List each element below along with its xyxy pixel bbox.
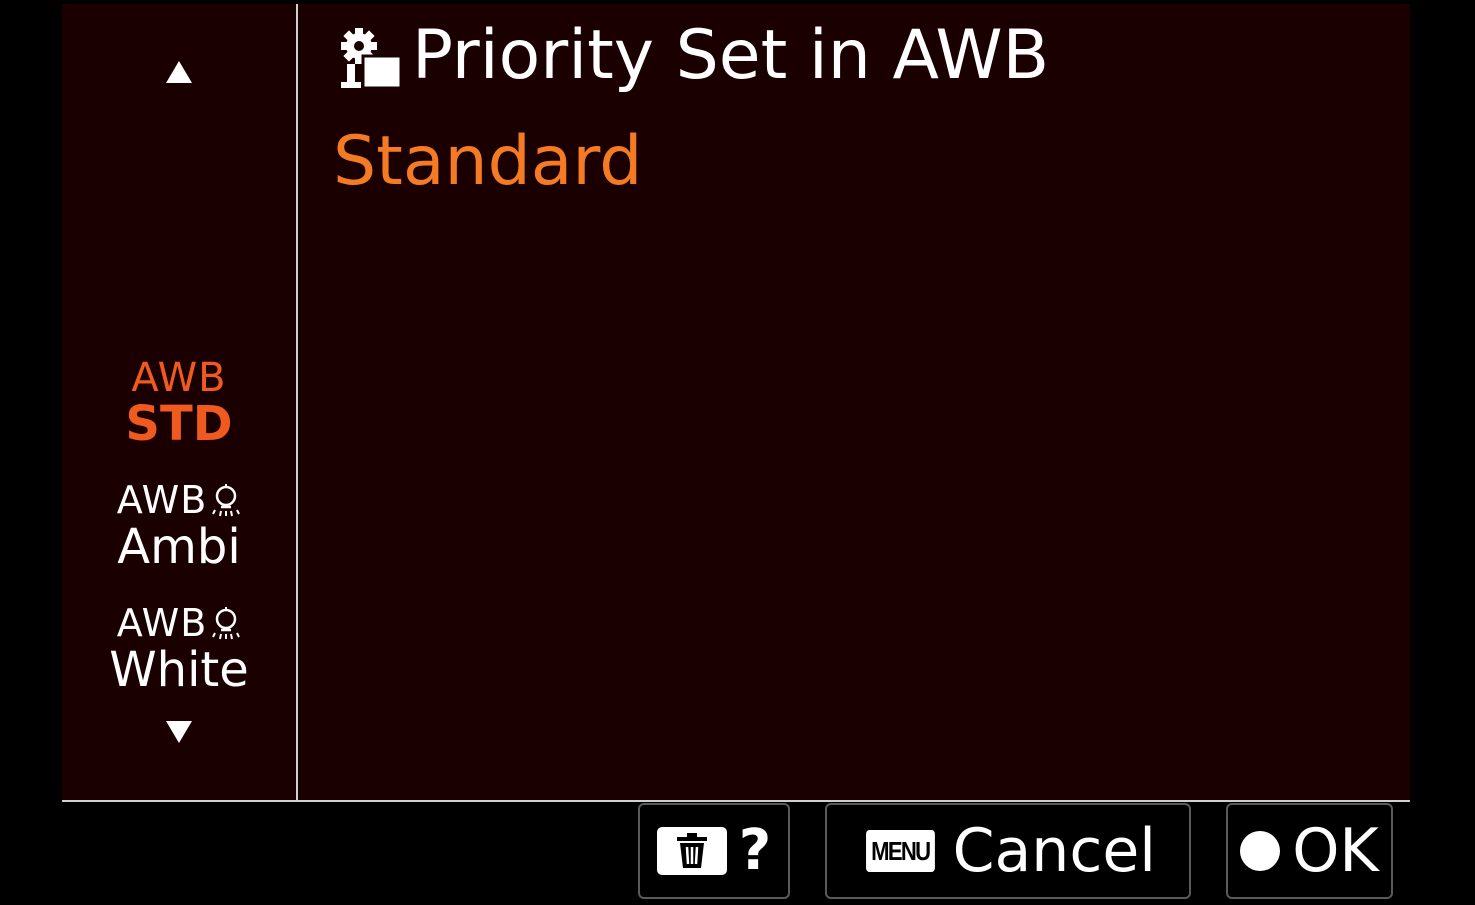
option-awb-ambient[interactable]: AWB Ambi <box>109 481 249 571</box>
scroll-up-arrow-icon[interactable] <box>166 61 192 83</box>
camera-settings-icon <box>341 28 403 90</box>
option-ambi-label: Ambi <box>117 519 241 575</box>
bulb-icon <box>212 484 241 517</box>
page-title: Priority Set in AWB <box>412 16 1050 95</box>
option-white-label: White <box>109 642 249 698</box>
scroll-down-arrow-icon[interactable] <box>166 721 192 743</box>
ok-label: OK <box>1292 816 1379 886</box>
bulb-icon <box>212 607 241 640</box>
option-awb-label: AWB <box>116 601 208 645</box>
trash-icon <box>656 827 727 875</box>
option-awb-label: AWB <box>116 478 208 522</box>
option-awb-white[interactable]: AWB White <box>109 604 249 694</box>
cancel-label: Cancel <box>952 816 1156 886</box>
cancel-button[interactable]: MENU Cancel <box>825 803 1191 899</box>
ok-button[interactable]: OK <box>1226 803 1393 899</box>
menu-key-icon: MENU <box>866 830 935 872</box>
option-awb-label: AWB <box>131 355 227 401</box>
delete-help-button[interactable]: ? <box>638 803 790 899</box>
current-value: Standard <box>333 122 643 201</box>
help-label: ? <box>738 818 772 883</box>
horizontal-divider <box>62 800 1410 802</box>
option-awb-std[interactable]: AWB STD <box>109 358 249 448</box>
menu-screen <box>62 4 1410 800</box>
option-std-label: STD <box>125 396 233 452</box>
center-button-icon <box>1240 831 1281 871</box>
vertical-divider <box>296 4 298 801</box>
